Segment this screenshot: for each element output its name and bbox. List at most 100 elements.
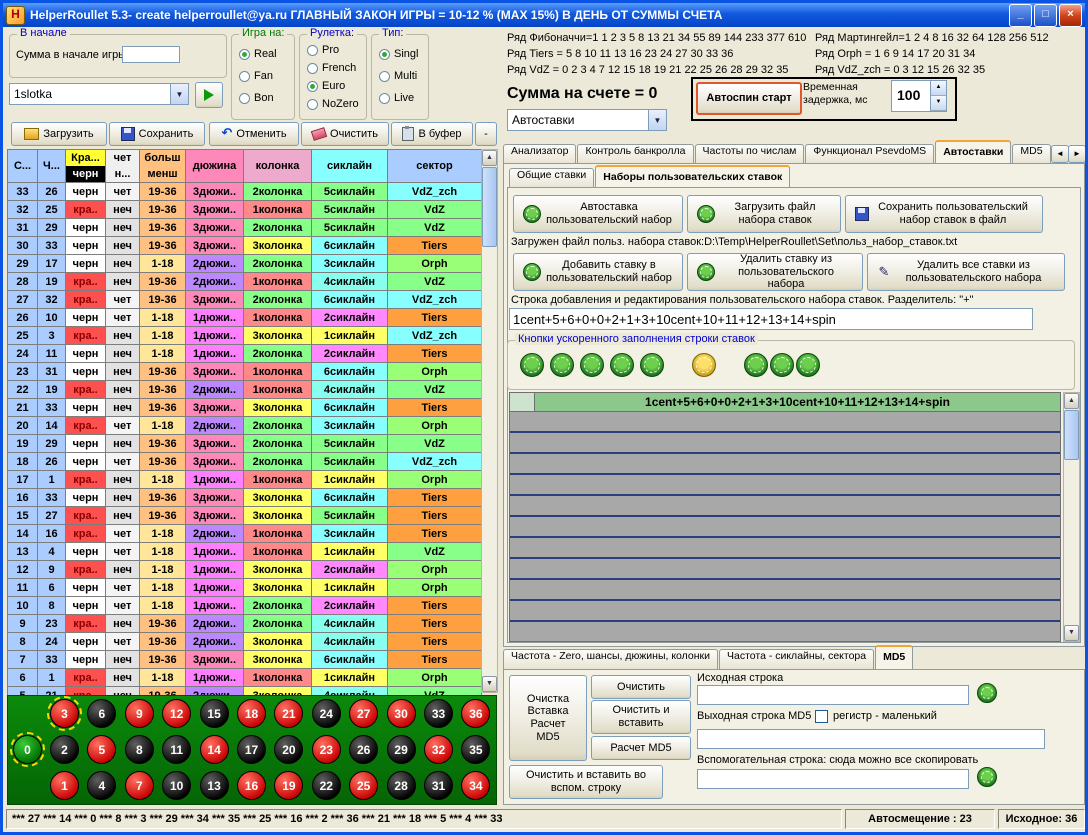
add-stake-button[interactable]: Добавить ставку в пользовательский набор [513, 253, 683, 291]
chip-button-dollar[interactable] [692, 353, 716, 377]
roulette-number-13[interactable]: 13 [200, 771, 229, 800]
spinner-up-icon[interactable]: ▲ [931, 81, 946, 96]
list-scrollbar[interactable]: ▲ ▼ [1063, 392, 1080, 642]
chip-button[interactable] [640, 353, 664, 377]
table-row[interactable]: 2133черннеч19-363дюжи..3колонка6сиклайнT… [8, 399, 482, 417]
roulette-number-14[interactable]: 14 [200, 735, 229, 764]
table-row[interactable]: 2819кра..неч19-362дюжи..1колонка4сиклайн… [8, 273, 482, 291]
save-stake-set-button[interactable]: Сохранить пользовательский набор ставок … [845, 195, 1043, 233]
roulette-number-0[interactable]: 0 [13, 735, 42, 764]
tab-freq-zero-chances[interactable]: Частота - Zero, шансы, дюжины, колонки [503, 649, 718, 669]
roulette-number-17[interactable]: 17 [237, 735, 266, 764]
md5-calc-button[interactable]: Расчет MD5 [591, 736, 691, 760]
md5-clear-paste-button[interactable]: Очистить и вставить [591, 700, 691, 734]
roulette-number-35[interactable]: 35 [461, 735, 490, 764]
minus-button[interactable]: - [475, 122, 497, 146]
close-button[interactable]: × [1059, 4, 1082, 27]
table-row[interactable]: 1929черннеч19-363дюжи..2колонка5сиклайнV… [8, 435, 482, 453]
roulette-number-30[interactable]: 30 [387, 699, 416, 728]
roulette-number-12[interactable]: 12 [162, 699, 191, 728]
roulette-number-23[interactable]: 23 [312, 735, 341, 764]
column-header-column[interactable]: колонка [244, 150, 312, 183]
column-header-sector[interactable]: сектор [388, 150, 482, 183]
table-row[interactable]: 134чернчет1-181дюжи..1колонка1сиклайнVdZ [8, 543, 482, 561]
roulette-number-15[interactable]: 15 [200, 699, 229, 728]
aux-string-input[interactable] [697, 769, 969, 789]
tab-psevdoms[interactable]: Функционал PsevdoMS [805, 144, 934, 164]
chip-button[interactable] [580, 353, 604, 377]
chip-button[interactable] [520, 353, 544, 377]
roulette-number-22[interactable]: 22 [312, 771, 341, 800]
radio-bon[interactable]: Bon [239, 92, 274, 104]
lowercase-checkbox[interactable] [815, 710, 828, 723]
md5-clear-paste-aux-button[interactable]: Очистить и вставить во вспом. строку [509, 765, 663, 799]
roulette-number-6[interactable]: 6 [87, 699, 116, 728]
table-scrollbar[interactable]: ▲ ▼ [481, 149, 498, 693]
tab-md5[interactable]: MD5 [1012, 144, 1050, 164]
table-row[interactable]: 253кра..неч1-181дюжи..3колонка1сиклайнVd… [8, 327, 482, 345]
slot-combobox[interactable]: 1slotka ▼ [9, 83, 189, 105]
clear-button[interactable]: Очистить [301, 122, 389, 146]
chip-button[interactable] [770, 353, 794, 377]
chip-button[interactable] [977, 683, 997, 703]
roulette-number-2[interactable]: 2 [50, 735, 79, 764]
delay-spinner[interactable]: 100 ▲ ▼ [891, 80, 947, 112]
roulette-number-36[interactable]: 36 [461, 699, 490, 728]
stake-string-input[interactable] [509, 308, 1033, 330]
md5-output-input[interactable] [697, 729, 1045, 749]
radio-pro[interactable]: Pro [307, 44, 339, 56]
title-bar[interactable]: H HelperRoullet 5.3- create helperroulle… [3, 3, 1085, 27]
table-row[interactable]: 2331черннеч19-363дюжи..1колонка6сиклайнO… [8, 363, 482, 381]
radio-multi[interactable]: Multi [379, 70, 417, 82]
tab-scroll-left-icon[interactable]: ◄ [1051, 145, 1069, 163]
tab-md5-active[interactable]: MD5 [875, 645, 913, 669]
table-row[interactable]: 923кра..неч19-362дюжи..2колонка4сиклайнT… [8, 615, 482, 633]
roulette-number-34[interactable]: 34 [461, 771, 490, 800]
roulette-number-21[interactable]: 21 [274, 699, 303, 728]
roulette-number-20[interactable]: 20 [274, 735, 303, 764]
table-row[interactable]: 3225кра..неч19-363дюжи..1колонка5сиклайн… [8, 201, 482, 219]
chip-button[interactable] [550, 353, 574, 377]
chevron-down-icon[interactable]: ▼ [648, 110, 666, 130]
chip-button[interactable] [610, 353, 634, 377]
chip-button[interactable] [977, 767, 997, 787]
table-row[interactable]: 3129черннеч19-363дюжи..2колонка5сиклайнV… [8, 219, 482, 237]
table-row[interactable]: 61кра..неч1-181дюжи..1колонка1сиклайнOrp… [8, 669, 482, 687]
table-row[interactable]: 116чернчет1-181дюжи..3колонка1сиклайнOrp… [8, 579, 482, 597]
radio-nozero[interactable]: NoZero [307, 98, 359, 110]
table-row[interactable]: 1633черннеч19-363дюжи..3колонка6сиклайнT… [8, 489, 482, 507]
to-buffer-button[interactable]: В буфер [391, 122, 473, 146]
save-button[interactable]: Сохранить [109, 122, 205, 146]
table-row[interactable]: 824чернчет19-362дюжи..3колонка4сиклайнTi… [8, 633, 482, 651]
table-row[interactable]: 2014кра..чет1-182дюжи..2колонка3сиклайнO… [8, 417, 482, 435]
table-row[interactable]: 733черннеч19-363дюжи..3колонка6сиклайнTi… [8, 651, 482, 669]
stake-set-list[interactable]: 1cent+5+6+0+0+2+1+3+10cent+10+11+12+13+1… [509, 392, 1061, 642]
table-row[interactable]: 2610чернчет1-181дюжи..1колонка2сиклайнTi… [8, 309, 482, 327]
tab-bankroll-control[interactable]: Контроль банкролла [577, 144, 693, 164]
roulette-number-19[interactable]: 19 [274, 771, 303, 800]
chip-button[interactable] [796, 353, 820, 377]
tab-common-stakes[interactable]: Общие ставки [509, 168, 594, 188]
table-row[interactable]: 3326чернчет19-363дюжи..2колонка5сиклайнV… [8, 183, 482, 201]
md5-clear-button[interactable]: Очистить [591, 675, 691, 699]
column-header-sixline[interactable]: сиклайн [312, 150, 388, 183]
scroll-down-icon[interactable]: ▼ [1064, 625, 1079, 641]
roulette-number-18[interactable]: 18 [237, 699, 266, 728]
roulette-number-32[interactable]: 32 [424, 735, 453, 764]
chip-button[interactable] [744, 353, 768, 377]
table-row[interactable]: 129кра..неч1-181дюжи..3колонка2сиклайнOr… [8, 561, 482, 579]
roulette-number-3[interactable]: 3 [50, 699, 79, 728]
column-header-color[interactable]: Кра...черн [66, 150, 106, 183]
roulette-number-16[interactable]: 16 [237, 771, 266, 800]
autostake-user-set-button[interactable]: Автоставка пользовательский набор [513, 195, 683, 233]
table-row[interactable]: 1826чернчет19-363дюжи..2колонка5сиклайнV… [8, 453, 482, 471]
spinner-down-icon[interactable]: ▼ [931, 96, 946, 111]
column-header-parity[interactable]: четн... [106, 150, 140, 183]
undo-button[interactable]: ↶ Отменить [209, 122, 299, 146]
md5-block-button[interactable]: Очистка Вставка Расчет MD5 [509, 675, 587, 761]
radio-fan[interactable]: Fan [239, 70, 273, 82]
roulette-number-1[interactable]: 1 [50, 771, 79, 800]
remove-all-stakes-button[interactable]: ✎ Удалить все ставки из пользовательског… [867, 253, 1065, 291]
play-button[interactable] [195, 82, 223, 108]
autospin-start-button[interactable]: Автоспин старт [696, 82, 802, 115]
